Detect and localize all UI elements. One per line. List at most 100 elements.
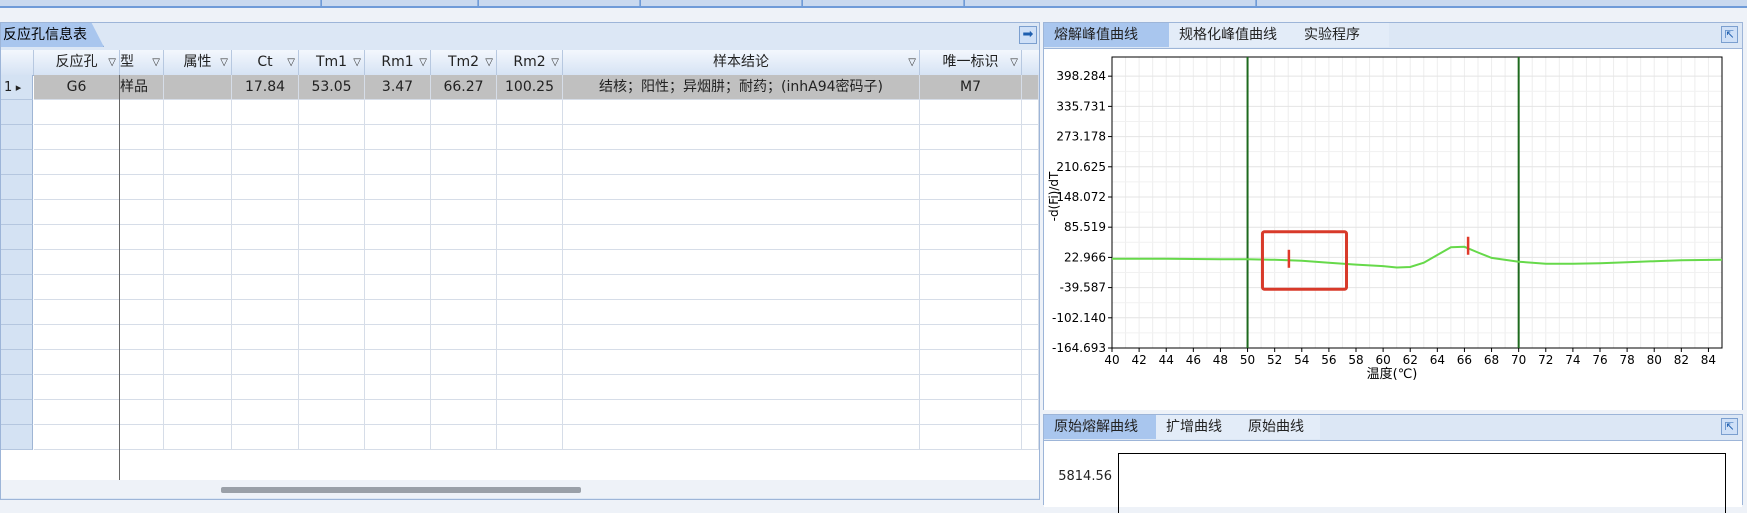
table-cell[interactable]	[431, 150, 497, 175]
table-cell[interactable]	[1022, 350, 1039, 375]
table-cell[interactable]	[34, 275, 120, 300]
table-cell[interactable]	[497, 175, 563, 200]
table-cell[interactable]	[164, 325, 232, 350]
row-header[interactable]	[1, 425, 33, 450]
filter-icon[interactable]: ▽	[353, 50, 361, 75]
row-header[interactable]	[1, 125, 33, 150]
table-cell[interactable]	[365, 175, 431, 200]
tab-raw-melt[interactable]: 原始熔解曲线	[1044, 415, 1156, 439]
table-cell[interactable]	[497, 325, 563, 350]
table-cell[interactable]	[431, 400, 497, 425]
table-cell[interactable]	[299, 325, 365, 350]
table-cell[interactable]	[120, 375, 164, 400]
table-cell[interactable]: 53.05	[299, 75, 365, 100]
toolbar-segment[interactable]	[965, 0, 1256, 6]
table-cell[interactable]	[920, 225, 1022, 250]
table-cell[interactable]	[563, 150, 920, 175]
table-cell[interactable]	[1022, 425, 1039, 450]
table-cell[interactable]	[120, 325, 164, 350]
table-cell[interactable]	[120, 225, 164, 250]
column-header[interactable]: 唯一标识 ▽	[920, 50, 1022, 75]
table-cell[interactable]	[563, 400, 920, 425]
table-cell[interactable]	[299, 100, 365, 125]
row-header[interactable]	[1, 100, 33, 125]
column-header[interactable]: 型 ▽	[120, 50, 164, 75]
table-cell[interactable]	[299, 175, 365, 200]
table-cell[interactable]	[232, 300, 299, 325]
table-cell[interactable]	[431, 200, 497, 225]
table-cell[interactable]	[431, 225, 497, 250]
table-cell[interactable]: 样品	[120, 75, 164, 100]
row-header[interactable]	[1, 250, 33, 275]
table-cell[interactable]	[34, 125, 120, 150]
table-cell[interactable]	[1022, 100, 1039, 125]
table-cell[interactable]	[34, 225, 120, 250]
table-cell[interactable]	[34, 175, 120, 200]
table-cell[interactable]	[365, 150, 431, 175]
table-cell[interactable]	[365, 100, 431, 125]
table-cell[interactable]	[164, 425, 232, 450]
table-cell[interactable]	[34, 375, 120, 400]
column-header[interactable]: Rm1 ▽	[365, 50, 431, 75]
table-cell[interactable]	[120, 100, 164, 125]
column-header[interactable]: 反应孔 ▽	[34, 50, 120, 75]
tab-amplification[interactable]: 扩增曲线	[1156, 415, 1238, 439]
table-cell[interactable]	[365, 400, 431, 425]
table-cell[interactable]	[232, 425, 299, 450]
table-cell[interactable]	[920, 350, 1022, 375]
table-cell[interactable]	[563, 100, 920, 125]
empty-table-row[interactable]	[1, 175, 1039, 200]
table-cell[interactable]	[497, 300, 563, 325]
row-header[interactable]	[1, 200, 33, 225]
table-cell[interactable]	[431, 100, 497, 125]
table-cell[interactable]	[34, 350, 120, 375]
table-cell[interactable]	[497, 275, 563, 300]
table-cell[interactable]	[497, 150, 563, 175]
table-cell[interactable]	[120, 425, 164, 450]
table-cell[interactable]	[232, 125, 299, 150]
table-cell[interactable]	[563, 325, 920, 350]
table-cell[interactable]	[120, 400, 164, 425]
table-cell[interactable]	[34, 100, 120, 125]
toolbar-segment[interactable]	[641, 0, 802, 6]
table-cell[interactable]	[920, 125, 1022, 150]
table-cell[interactable]	[563, 125, 920, 150]
table-cell[interactable]	[232, 400, 299, 425]
table-cell[interactable]	[299, 375, 365, 400]
table-cell[interactable]	[34, 150, 120, 175]
empty-table-row[interactable]	[1, 200, 1039, 225]
table-cell[interactable]	[563, 175, 920, 200]
table-cell[interactable]	[1022, 125, 1039, 150]
table-cell[interactable]	[120, 350, 164, 375]
table-cell[interactable]	[299, 150, 365, 175]
empty-table-row[interactable]	[1, 325, 1039, 350]
table-cell[interactable]	[164, 250, 232, 275]
table-cell[interactable]	[920, 300, 1022, 325]
table-cell[interactable]	[563, 275, 920, 300]
table-cell[interactable]	[497, 125, 563, 150]
table-cell[interactable]	[431, 175, 497, 200]
table-cell[interactable]	[431, 375, 497, 400]
toolbar-segment[interactable]	[322, 0, 478, 6]
column-header-overflow[interactable]	[1022, 50, 1039, 75]
table-cell[interactable]	[164, 350, 232, 375]
table-cell[interactable]	[120, 200, 164, 225]
table-cell[interactable]	[34, 400, 120, 425]
toolbar-segment[interactable]	[1257, 0, 1747, 6]
filter-icon[interactable]: ▽	[220, 50, 228, 75]
table-cell[interactable]	[365, 275, 431, 300]
table-cell[interactable]	[365, 375, 431, 400]
table-cell[interactable]	[365, 225, 431, 250]
row-header[interactable]	[1, 300, 33, 325]
table-cell[interactable]	[365, 425, 431, 450]
filter-icon[interactable]: ▽	[152, 50, 160, 75]
table-cell[interactable]	[120, 125, 164, 150]
table-cell[interactable]	[34, 325, 120, 350]
table-cell[interactable]: 结核；阳性；异烟肼；耐药；(inhA94密码子)	[563, 75, 920, 100]
table-cell[interactable]	[164, 400, 232, 425]
table-cell[interactable]	[34, 425, 120, 450]
arrow-right-icon[interactable]: ➡	[1019, 26, 1037, 44]
scrollbar-thumb[interactable]	[221, 487, 581, 493]
empty-table-row[interactable]	[1, 100, 1039, 125]
table-cell[interactable]	[497, 225, 563, 250]
